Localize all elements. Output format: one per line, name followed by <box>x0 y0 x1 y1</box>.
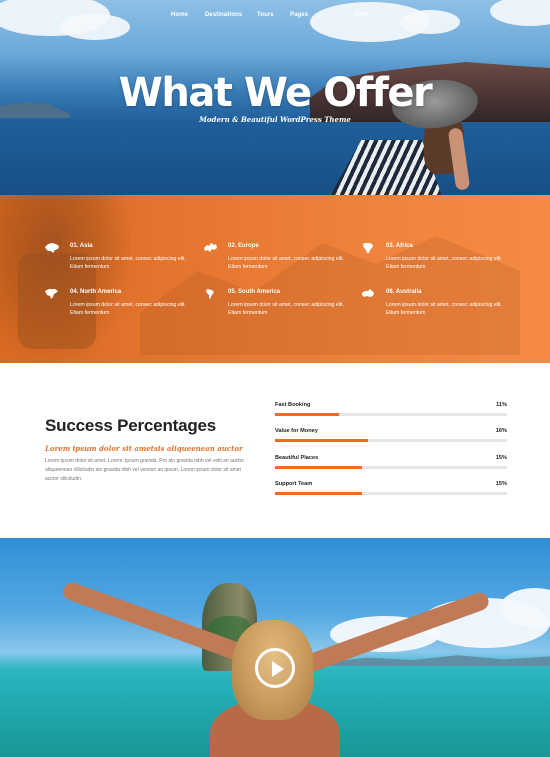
progress-label: Value for Money <box>275 428 318 434</box>
progress-value: 16% <box>495 428 507 434</box>
progress-track <box>275 413 507 416</box>
north-america-map-icon <box>45 289 58 299</box>
region-text: Lorem ipsum dolor sit amet, consec adipi… <box>70 256 186 270</box>
progress-fast-booking: Fast Booking 11% <box>275 402 507 424</box>
progress-fill <box>275 439 368 442</box>
progress-label: Fast Booking <box>275 402 311 408</box>
australia-map-icon <box>362 289 374 297</box>
region-title: 03. Africa <box>386 243 413 249</box>
progress-label: Support Team <box>275 481 313 487</box>
region-text: Lorem ipsum dolor sit amet, consec adipi… <box>386 302 502 316</box>
success-subtitle: Lorem ipsum dolor sit ametsis aliqueenea… <box>45 444 243 453</box>
region-text: Lorem ipsum dolor sit amet, consec adipi… <box>228 302 344 316</box>
region-title: 05. South America <box>228 289 281 295</box>
region-title: 01. Asia <box>70 243 93 249</box>
progress-track <box>275 466 507 469</box>
hero-title: What We Offer <box>118 70 433 116</box>
progress-label: Beautiful Places <box>275 455 319 461</box>
region-title: 02. Europe <box>228 243 259 249</box>
nav-item-elements[interactable]: Elem <box>354 12 369 18</box>
progress-support-team: Support Team 15% <box>275 481 507 503</box>
progress-track <box>275 439 507 442</box>
success-title: Success Percentages <box>45 416 217 435</box>
asia-map-icon <box>45 243 59 253</box>
progress-fill <box>275 466 362 469</box>
progress-value: 15% <box>495 481 507 487</box>
hero-subtitle: Modern & Beautiful WordPress Theme <box>199 115 351 124</box>
play-video-button[interactable] <box>255 648 295 688</box>
south-america-map-icon <box>206 289 214 299</box>
progress-value-for-money: Value for Money 16% <box>275 428 507 450</box>
region-title: 04. North America <box>70 289 122 295</box>
regions-section <box>0 195 550 363</box>
progress-beautiful-places: Beautiful Places 15% <box>275 455 507 477</box>
progress-value: 15% <box>495 455 507 461</box>
progress-fill <box>275 413 339 416</box>
main-nav: Home Destinations Tours Pages Elem <box>0 12 550 26</box>
progress-track <box>275 492 507 495</box>
progress-value: 11% <box>496 402 507 408</box>
africa-map-icon <box>363 243 373 253</box>
region-text: Lorem ipsum dolor sit amet, consec adipi… <box>386 256 502 270</box>
nav-item-tours[interactable]: Tours <box>257 12 274 18</box>
nav-item-destinations[interactable]: Destinations <box>205 12 242 18</box>
progress-fill <box>275 492 362 495</box>
region-text: Lorem ipsum dolor sit amet, consec adipi… <box>228 256 344 270</box>
region-text: Lorem ipsum dolor sit amet, consec adipi… <box>70 302 186 316</box>
nav-item-pages[interactable]: Pages <box>290 12 308 18</box>
play-icon <box>272 661 284 677</box>
hero-woman-arm <box>447 127 471 191</box>
regions-background-mountain <box>140 236 520 355</box>
europe-map-icon <box>204 243 217 252</box>
region-title: 06. Australia <box>386 289 422 295</box>
nav-item-home[interactable]: Home <box>171 12 188 18</box>
success-body: Lorem ipsum dolor sit amet. Lorem. Ipsum… <box>45 458 244 482</box>
